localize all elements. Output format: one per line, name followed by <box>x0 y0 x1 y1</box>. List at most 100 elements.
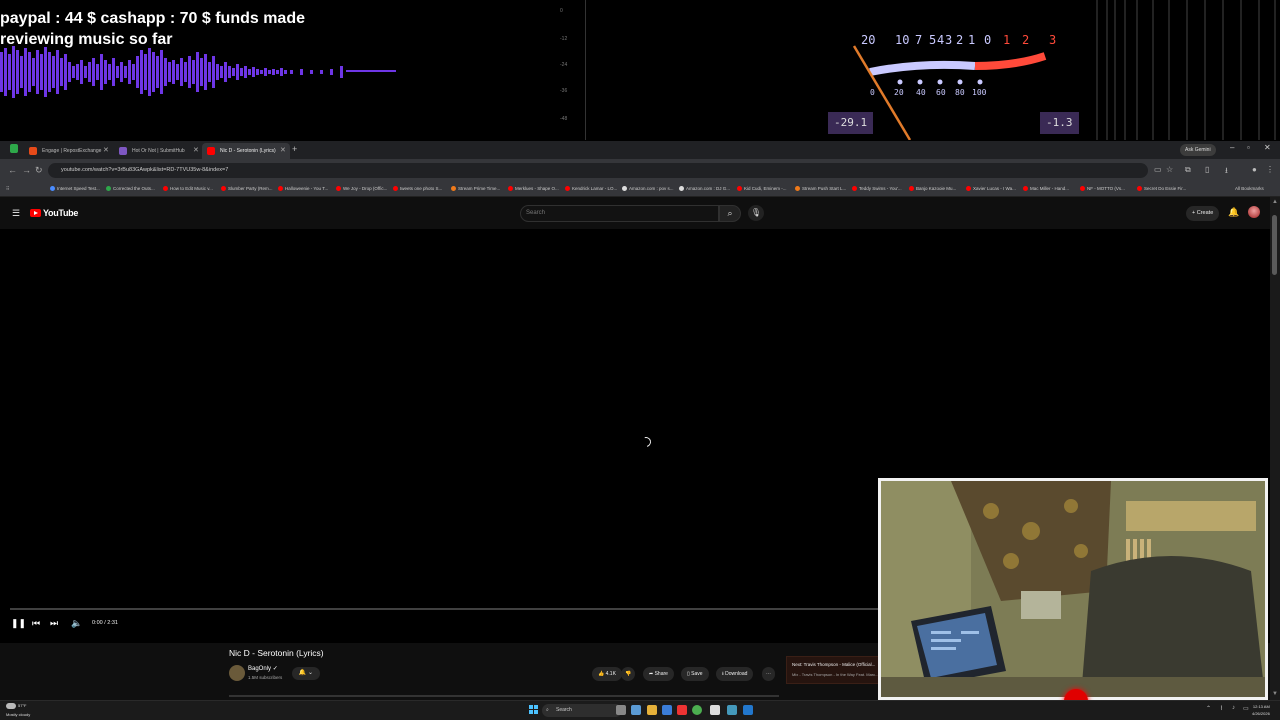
clock-date: 4/26/2026 <box>1252 711 1270 716</box>
extensions-icon[interactable]: ⧉ <box>1185 165 1191 175</box>
tab-repostexchange[interactable]: Engage | RepostExchange <box>24 143 112 159</box>
bookmark-item[interactable]: Halloweenie - You T... <box>278 186 328 191</box>
hamburger-menu-icon[interactable]: ☰ <box>12 208 20 219</box>
bookmark-item[interactable]: Internet Speed Test... <box>50 186 100 191</box>
close-tab-icon[interactable]: ✕ <box>103 143 109 159</box>
maximize-icon[interactable]: ▫ <box>1247 143 1250 152</box>
weather-temperature[interactable]: 57°F <box>18 703 27 708</box>
create-button[interactable]: + Create <box>1186 206 1220 221</box>
task-view-icon[interactable] <box>616 705 626 715</box>
youtube-logo-icon[interactable] <box>30 209 41 217</box>
account-avatar[interactable] <box>1248 206 1260 218</box>
download-button[interactable]: ⭳ Download <box>716 667 754 681</box>
file-explorer-icon[interactable] <box>631 705 641 715</box>
bookmark-item[interactable]: tweets one photo S... <box>393 186 442 191</box>
webcam-image <box>881 481 1265 697</box>
app-icon[interactable] <box>743 705 753 715</box>
youtube-header: ☰ YouTube Search ⌕ 🎙 + Create 🔔 <box>0 197 1270 229</box>
scrollbar-thumb[interactable] <box>1272 215 1277 275</box>
like-button[interactable]: 👍 4.1K <box>592 667 622 681</box>
notifications-bell-icon[interactable]: 🔔 <box>1228 207 1239 218</box>
forward-arrow-icon[interactable]: → <box>22 165 31 175</box>
pause-icon[interactable]: ❚❚ <box>11 618 26 629</box>
minimize-icon[interactable]: – <box>1230 143 1234 152</box>
dislike-button[interactable]: 👎 <box>621 667 636 681</box>
windows-start-icon[interactable] <box>529 705 539 715</box>
sidepanel-icon[interactable]: ▯ <box>1205 165 1209 174</box>
taskbar-search[interactable]: ⌕ Search <box>542 704 622 717</box>
bookmark-item[interactable]: Banjo Kazooie Mu... <box>909 186 956 191</box>
close-tab-icon[interactable]: ✕ <box>280 143 286 159</box>
bookmark-item[interactable]: Kendrick Lamar - LO... <box>565 186 617 191</box>
bookmark-item[interactable]: Corrected the Outs... <box>106 186 155 191</box>
share-button[interactable]: ➦ Share <box>643 667 674 681</box>
channel-avatar[interactable] <box>229 665 245 681</box>
battery-icon[interactable]: ▭ <box>1243 705 1249 712</box>
tab-youtube-video[interactable]: Nic D - Serotonin (Lyrics) <box>202 143 290 159</box>
bookmark-item[interactable]: Mac Miller - Hand... <box>1023 186 1069 191</box>
share-icon: ➦ <box>649 671 654 677</box>
tab-submithub[interactable]: Hot Or Not | SubmitHub <box>114 143 202 159</box>
app-icon[interactable] <box>727 705 737 715</box>
chrome-icon[interactable] <box>692 705 702 715</box>
up-next-card[interactable]: Next: Travis Thompson - Malice (Official… <box>786 656 881 684</box>
system-clock[interactable]: 12:13 AM 4/26/2026 <box>1252 703 1270 717</box>
next-icon[interactable]: ⏭ <box>50 618 58 629</box>
bookmark-item[interactable]: Slumber Party (Rem... <box>221 186 273 191</box>
bookmark-star-icon[interactable]: ☆ <box>1166 165 1173 174</box>
bookmark-item[interactable]: We Joy - Drop (Offic... <box>336 186 387 191</box>
reload-icon[interactable]: ↻ <box>35 165 43 176</box>
downloads-icon[interactable]: ⭳ <box>1225 165 1228 179</box>
scroll-down-icon[interactable]: ▼ <box>1272 691 1278 697</box>
bookmark-item[interactable]: Stream Push Start L... <box>795 186 846 191</box>
speaker-icon[interactable]: ♪ <box>1232 705 1235 711</box>
close-window-icon[interactable]: ✕ <box>1264 143 1271 152</box>
search-input[interactable]: Search <box>520 205 719 222</box>
subscribed-bell-button[interactable]: 🔔 ⌄ <box>292 667 320 680</box>
bookmark-item[interactable]: How to Edit Music v... <box>163 186 213 191</box>
weather-cloud-icon[interactable] <box>6 703 16 709</box>
bookmark-item[interactable]: Stream Prime Time... <box>451 186 500 191</box>
time-display: 0:00 / 2:31 <box>92 620 118 626</box>
scroll-up-icon[interactable]: ▲ <box>1272 199 1278 205</box>
bookmark-item[interactable]: Kid Cudi, Eminem -... <box>737 186 787 191</box>
wifi-icon[interactable]: ⌇ <box>1220 705 1223 712</box>
page-scrollbar[interactable]: ▲ ▼ <box>1270 197 1280 701</box>
search-button[interactable]: ⌕ <box>719 205 741 222</box>
weather-description[interactable]: Mostly cloudy <box>6 712 30 717</box>
bookmark-item[interactable]: Secret Do Essie Fir... <box>1137 186 1186 191</box>
youtube-logo-text[interactable]: YouTube <box>43 208 78 218</box>
tray-chevron-icon[interactable]: ⌃ <box>1206 705 1211 712</box>
obs-icon[interactable] <box>710 705 720 715</box>
bookmarks-bar: ⠿ Internet Speed Test... Corrected the O… <box>0 183 1280 197</box>
bookmark-item[interactable]: Merklues - Shape O... <box>508 186 559 191</box>
folder-icon[interactable] <box>647 705 657 715</box>
ask-gemini-button[interactable]: Ask Gemini <box>1180 144 1216 156</box>
search-placeholder: Search <box>526 210 546 216</box>
close-tab-icon[interactable]: ✕ <box>193 143 199 159</box>
voice-search-mic-icon[interactable]: 🎙 <box>748 205 764 221</box>
url-field[interactable]: youtube.com/watch?v=3rBu83GAwpk&list=RD-… <box>48 163 1148 178</box>
tab-search-icon[interactable] <box>10 144 18 153</box>
more-actions-button[interactable]: ⋯ <box>762 667 775 681</box>
youtube-app-icon[interactable] <box>677 705 687 715</box>
channel-name[interactable]: BagOnly ✓ <box>248 665 278 672</box>
previous-icon[interactable]: ⏮ <box>32 618 40 629</box>
save-button[interactable]: ▯ Save <box>681 667 709 681</box>
all-bookmarks-folder[interactable]: All Bookmarks <box>1235 186 1264 191</box>
volume-icon[interactable]: 🔈 <box>71 618 82 629</box>
bookmark-item[interactable]: Teddy Swims - You'... <box>852 186 902 191</box>
profile-icon[interactable]: ● <box>1252 165 1257 174</box>
new-tab-plus-icon[interactable]: + <box>292 144 297 154</box>
bookmark-item[interactable]: NF - MOTTO (Vs... <box>1080 186 1125 191</box>
bookmark-favicon-icon <box>1080 186 1085 191</box>
bookmark-item[interactable]: Amazon.com : pov s... <box>622 186 674 191</box>
install-icon[interactable]: ▭ <box>1154 165 1162 174</box>
menu-dots-icon[interactable]: ⋮ <box>1266 165 1274 174</box>
bookmark-item[interactable]: Xavier Lucas - I Wa... <box>966 186 1016 191</box>
apps-grid-icon[interactable]: ⠿ <box>6 186 9 192</box>
bookmark-item[interactable]: Amazon.com : DJ G... <box>679 186 730 191</box>
edge-browser-icon[interactable] <box>662 705 672 715</box>
url-text: youtube.com/watch?v=3rBu83GAwpk&list=RD-… <box>61 167 229 173</box>
back-arrow-icon[interactable]: ← <box>8 165 17 175</box>
